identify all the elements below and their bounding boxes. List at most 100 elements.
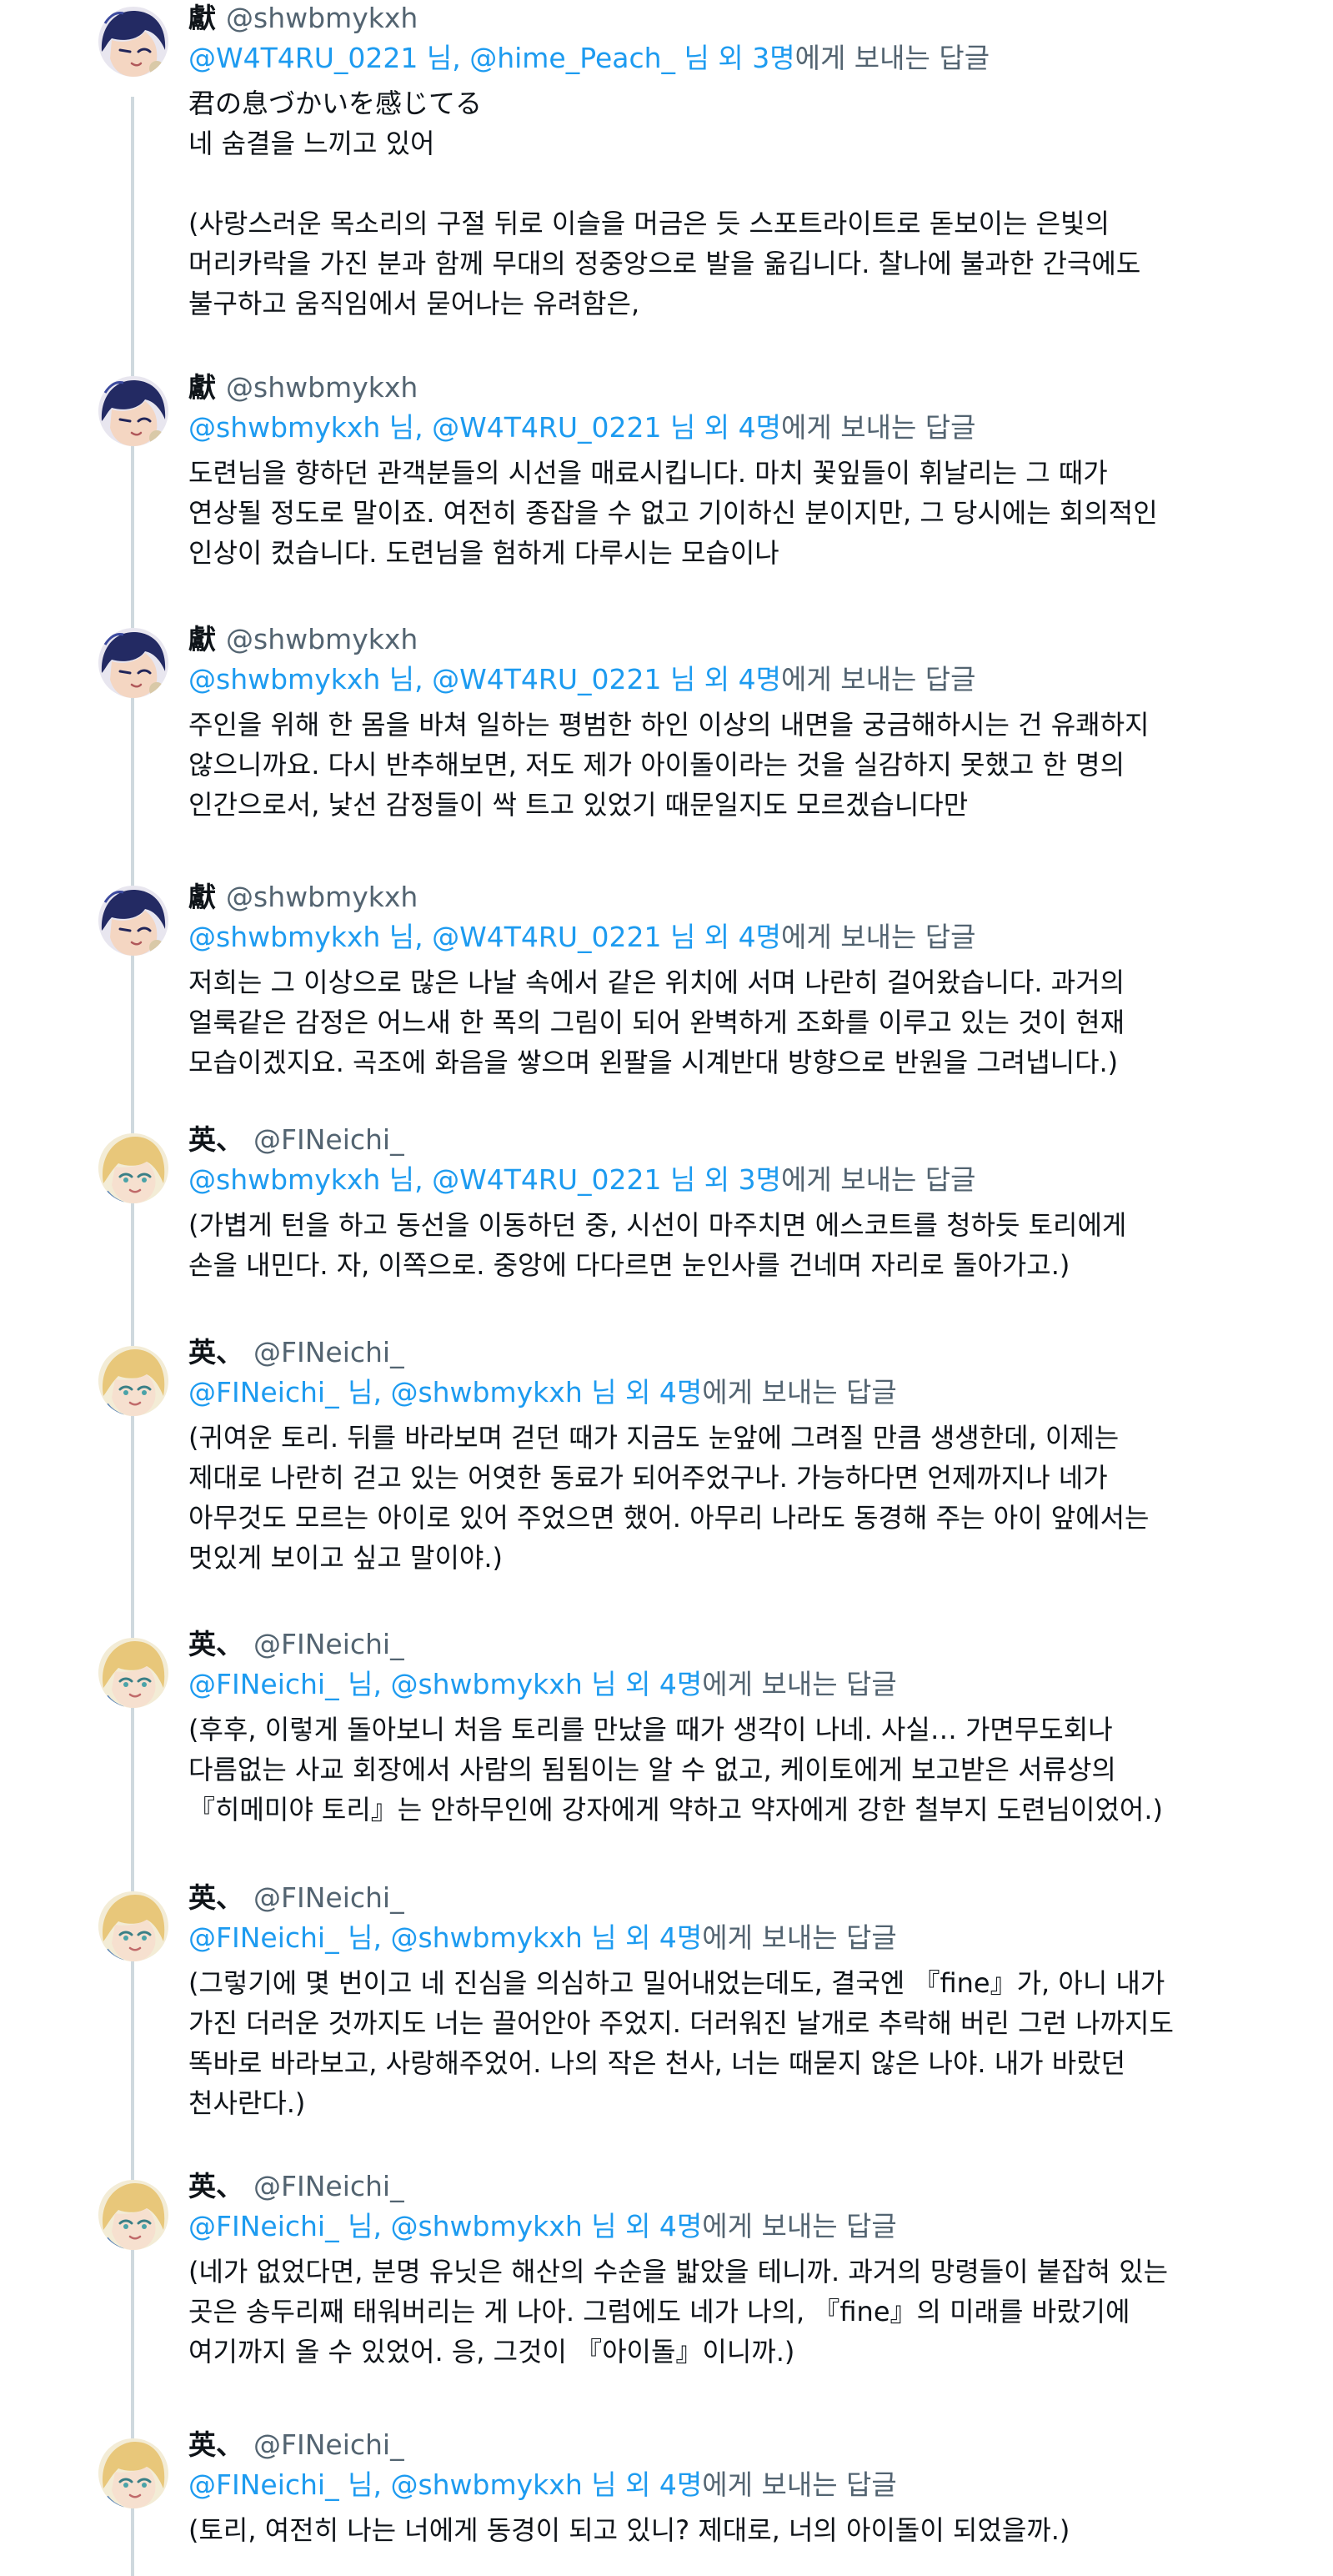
tweet-text-line: 얼룩같은 감정은 어느새 한 폭의 그림이 되어 완벽하게 조화를 이루고 있는…	[188, 1007, 1125, 1038]
reply-others-count[interactable]: 님 외 4명	[661, 921, 781, 953]
tweet-text-line: (사랑스러운 목소리의 구절 뒤로 이슬을 머금은 듯 스포트라이트로 돋보이는…	[188, 208, 1110, 239]
reply-others-count[interactable]: 님 외 4명	[583, 1668, 702, 1700]
display-name[interactable]: 獻	[188, 371, 216, 404]
tweet-content: 英、 @FINeichi_ @FINeichi_ 님, @shwbmykxh 님 외…	[188, 1334, 1258, 1578]
replying-to-line: @FINeichi_ 님, @shwbmykxh 님 외 4명에게 보내는 답글	[188, 1665, 1258, 1705]
user-handle[interactable]: @FINeichi_	[253, 2428, 404, 2461]
tweet-text-line: 인간으로서, 낯선 감정들이 싹 트고 있었기 때문일지도 모르겠습니다만	[188, 789, 969, 821]
reply-others-count[interactable]: 님 외 4명	[661, 411, 781, 444]
tweet-text-line: 제대로 나란히 걷고 있는 어엿한 동료가 되어주었구나. 가능하다면 언제까지…	[188, 1462, 1108, 1494]
tweet-content: 獻 @shwbmykxh @shwbmykxh 님, @W4T4RU_0221 님 …	[188, 369, 1258, 573]
reply-mention-link[interactable]: @W4T4RU_0221	[432, 1163, 661, 1196]
reply-separator: 님,	[338, 1921, 391, 1954]
tweet-text-line: 인상이 컸습니다. 도련님을 험하게 다루시는 모습이나	[188, 537, 779, 569]
blonde-character-avatar[interactable]	[98, 2180, 168, 2250]
tweet-text-line: 가진 더러운 것까지도 너는 끌어안아 주었지. 더러워진 날개로 추락해 버린…	[188, 2007, 1174, 2039]
user-handle[interactable]: @FINeichi_	[253, 1123, 404, 1156]
reply-suffix-text: 에게 보내는 답글	[702, 1668, 897, 1700]
tweet-text-line: 도련님을 향하던 관객분들의 시선을 매료시킵니다. 마치 꽃잎들이 휘날리는 …	[188, 457, 1108, 489]
reply-mention-link[interactable]: @shwbmykxh	[390, 2468, 582, 2501]
reply-mention-link[interactable]: @shwbmykxh	[188, 921, 380, 953]
reply-mention-link[interactable]: @shwbmykxh	[188, 1163, 380, 1196]
dark-haired-character-avatar[interactable]	[98, 886, 168, 956]
display-name[interactable]: 英、	[188, 2170, 243, 2202]
user-handle[interactable]: @FINeichi_	[253, 1628, 404, 1660]
reply-mention-link[interactable]: @hime_Peach_	[469, 42, 675, 74]
user-handle[interactable]: @FINeichi_	[253, 2170, 404, 2202]
user-handle[interactable]: @FINeichi_	[253, 1336, 404, 1368]
tweet-text: (네가 없었다면, 분명 유닛은 해산의 수순을 밟았을 테니까. 과거의 망령…	[188, 2252, 1258, 2372]
tweet-text-line: (그렇기에 몇 번이고 네 진심을 의심하고 밀어내었는데도, 결국엔 『fin…	[188, 1967, 1165, 1999]
user-handle[interactable]: @shwbmykxh	[226, 881, 418, 913]
tweet-text-line: 머리카락을 가진 분과 함께 무대의 정중앙으로 발을 옮깁니다. 찰나에 불과…	[188, 248, 1141, 279]
display-name[interactable]: 英、	[188, 1123, 243, 1156]
reply-mention-link[interactable]: @FINeichi_	[188, 1921, 339, 1954]
tweet-content: 英、 @FINeichi_ @FINeichi_ 님, @shwbmykxh 님 외…	[188, 1880, 1258, 2123]
display-name[interactable]: 英、	[188, 1881, 243, 1914]
display-name[interactable]: 英、	[188, 1628, 243, 1660]
reply-suffix-text: 에게 보내는 답글	[702, 2468, 897, 2501]
tweet-text-line: 저희는 그 이상으로 많은 나날 속에서 같은 위치에 서며 나란히 걸어왔습니…	[188, 967, 1125, 998]
user-handle[interactable]: @shwbmykxh	[226, 623, 418, 655]
reply-others-count[interactable]: 님 외 4명	[583, 2210, 702, 2242]
tweet-text-line: 손을 내민다. 자, 이쪽으로. 중앙에 다다르면 눈인사를 건네며 자리로 돌…	[188, 1249, 1070, 1281]
display-name[interactable]: 獻	[188, 2, 216, 34]
blonde-character-avatar[interactable]	[98, 2438, 168, 2508]
tweet-text: (토리, 여전히 나는 너에게 동경이 되고 있니? 제대로, 너의 아이돌이 …	[188, 2510, 1258, 2550]
tweet-header: 英、 @FINeichi_	[188, 1626, 1258, 1663]
reply-mention-link[interactable]: @FINeichi_	[188, 1668, 339, 1700]
blonde-character-avatar[interactable]	[98, 1133, 168, 1203]
reply-mention-link[interactable]: @W4T4RU_0221	[188, 42, 418, 74]
blonde-character-avatar[interactable]	[98, 1891, 168, 1961]
reply-suffix-text: 에게 보내는 답글	[781, 1163, 976, 1196]
tweet-content: 英、 @FINeichi_ @FINeichi_ 님, @shwbmykxh 님 외…	[188, 2427, 1258, 2550]
tweet-text-line: (가볍게 턴을 하고 동선을 이동하던 중, 시선이 마주치면 에스코트를 청하…	[188, 1209, 1127, 1241]
blonde-character-avatar[interactable]	[98, 1346, 168, 1416]
replying-to-line: @FINeichi_ 님, @shwbmykxh 님 외 4명에게 보내는 답글	[188, 2465, 1258, 2505]
blonde-character-avatar[interactable]	[98, 1638, 168, 1708]
reply-mention-link[interactable]: @FINeichi_	[188, 2210, 339, 2242]
reply-others-count[interactable]: 님 외 4명	[583, 2468, 702, 2501]
reply-mention-link[interactable]: @FINeichi_	[188, 1376, 339, 1409]
display-name[interactable]: 獻	[188, 623, 216, 655]
reply-separator: 님,	[338, 1668, 391, 1700]
reply-others-count[interactable]: 님 외 4명	[661, 663, 781, 695]
reply-suffix-text: 에게 보내는 답글	[702, 2210, 897, 2242]
tweet-content: 英、 @FINeichi_ @shwbmykxh 님, @W4T4RU_0221 님…	[188, 1122, 1258, 1285]
reply-others-count[interactable]: 님 외 3명	[661, 1163, 781, 1196]
reply-mention-link[interactable]: @shwbmykxh	[390, 2210, 582, 2242]
tweet-content: 獻 @shwbmykxh @shwbmykxh 님, @W4T4RU_0221 님 …	[188, 879, 1258, 1082]
replying-to-line: @FINeichi_ 님, @shwbmykxh 님 외 4명에게 보내는 답글	[188, 1373, 1258, 1413]
tweet-content: 英、 @FINeichi_ @FINeichi_ 님, @shwbmykxh 님 외…	[188, 2168, 1258, 2372]
reply-mention-link[interactable]: @shwbmykxh	[188, 411, 380, 444]
user-handle[interactable]: @shwbmykxh	[226, 2, 418, 34]
reply-mention-link[interactable]: @shwbmykxh	[390, 1376, 582, 1409]
user-handle[interactable]: @FINeichi_	[253, 1881, 404, 1914]
reply-suffix-text: 에게 보내는 답글	[781, 921, 976, 953]
reply-others-count[interactable]: 님 외 4명	[583, 1376, 702, 1409]
display-name[interactable]: 英、	[188, 2428, 243, 2461]
dark-haired-character-avatar[interactable]	[98, 628, 168, 698]
display-name[interactable]: 獻	[188, 881, 216, 913]
reply-mention-link[interactable]: @shwbmykxh	[188, 663, 380, 695]
user-handle[interactable]: @shwbmykxh	[226, 371, 418, 404]
tweet-text-line: 불구하고 움직임에서 묻어나는 유려함은,	[188, 288, 640, 319]
reply-mention-link[interactable]: @W4T4RU_0221	[432, 411, 661, 444]
reply-mention-link[interactable]: @W4T4RU_0221	[432, 663, 661, 695]
dark-haired-character-avatar[interactable]	[98, 376, 168, 446]
reply-mention-link[interactable]: @shwbmykxh	[390, 1668, 582, 1700]
dark-haired-character-avatar[interactable]	[98, 7, 168, 77]
reply-separator: 님,	[338, 2210, 391, 2242]
tweet-text-line: 『히메미야 토리』는 안하무인에 강자에게 약하고 약자에게 강한 철부지 도련…	[188, 1794, 1163, 1825]
reply-others-count[interactable]: 님 외 3명	[675, 42, 795, 74]
tweet-text-line: 모습이겠지요. 곡조에 화음을 쌓으며 왼팔을 시계반대 방향으로 반원을 그려…	[188, 1047, 1119, 1078]
display-name[interactable]: 英、	[188, 1336, 243, 1368]
replying-to-line: @shwbmykxh 님, @W4T4RU_0221 님 외 4명에게 보내는 …	[188, 408, 1258, 448]
tweet-text: 도련님을 향하던 관객분들의 시선을 매료시킵니다. 마치 꽃잎들이 휘날리는 …	[188, 453, 1258, 573]
tweet-header: 英、 @FINeichi_	[188, 2168, 1258, 2205]
reply-mention-link[interactable]: @shwbmykxh	[390, 1921, 582, 1954]
reply-mention-link[interactable]: @W4T4RU_0221	[432, 921, 661, 953]
reply-mention-link[interactable]: @FINeichi_	[188, 2468, 339, 2501]
reply-others-count[interactable]: 님 외 4명	[583, 1921, 702, 1954]
reply-separator: 님,	[338, 1376, 391, 1409]
